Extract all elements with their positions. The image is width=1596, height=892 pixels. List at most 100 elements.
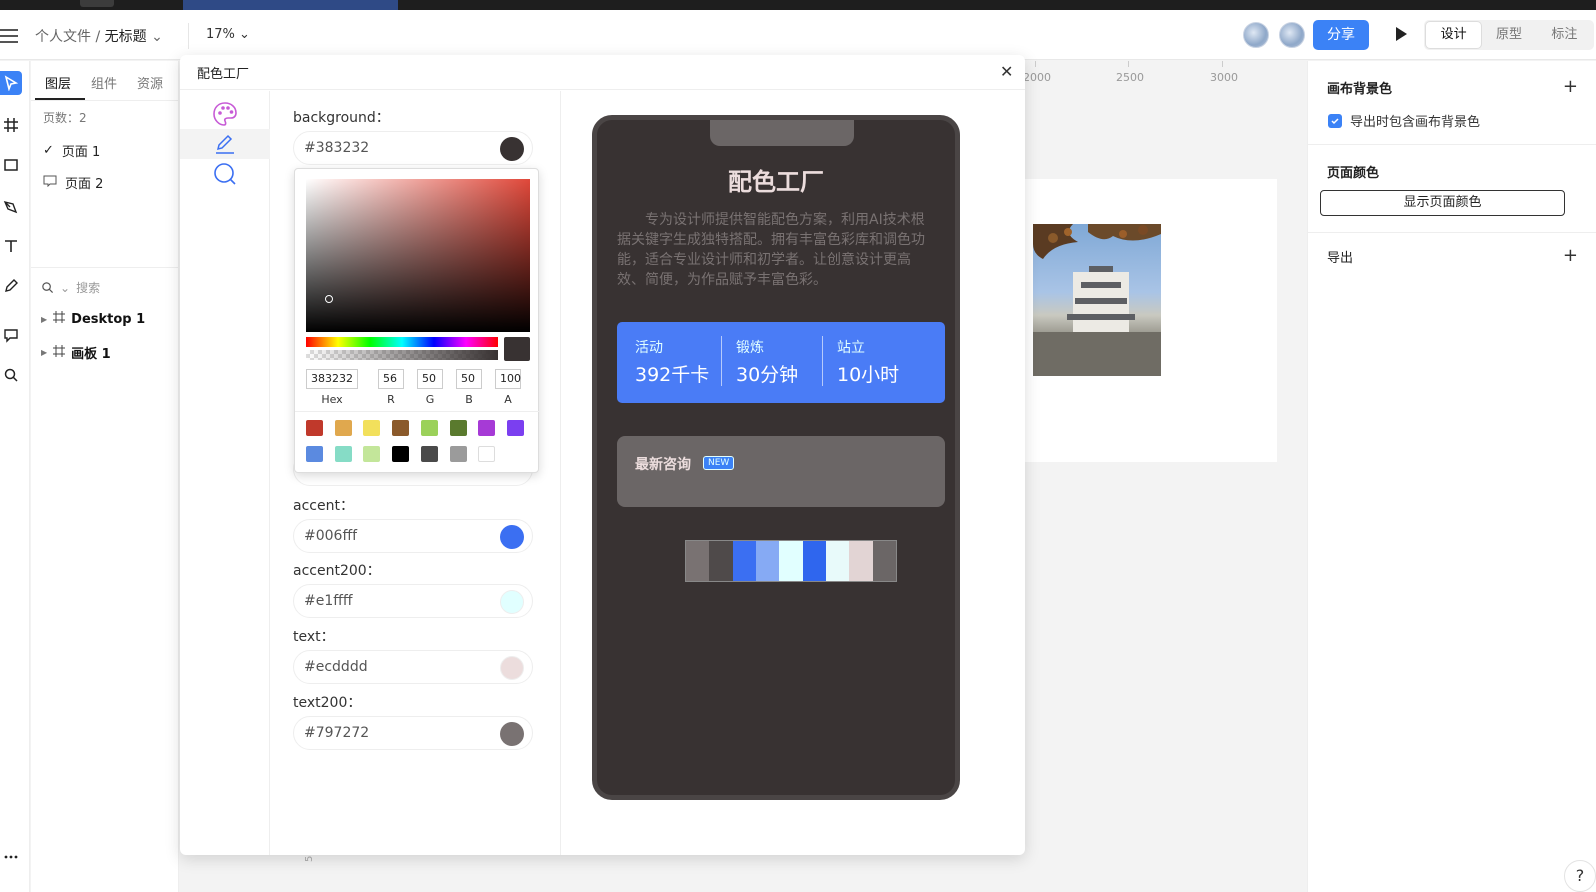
color-swatch[interactable] (420, 446, 438, 462)
background-field[interactable]: #383232 (293, 131, 533, 165)
play-icon[interactable] (1396, 27, 1407, 41)
tab-assets[interactable]: 资源 (137, 73, 163, 92)
zoom-dropdown[interactable]: 17% ⌄ (206, 27, 250, 42)
text200-field[interactable]: #797272 (293, 716, 533, 750)
tree-item-desktop[interactable]: ▶ Desktop 1 (41, 311, 145, 327)
color-swatch[interactable] (449, 446, 467, 462)
artboard-frame[interactable] (1005, 179, 1277, 462)
checkbox-checked-icon[interactable] (1328, 113, 1342, 128)
a-label: A (504, 393, 512, 406)
tab-components[interactable]: 组件 (91, 73, 117, 92)
color-swatch[interactable] (392, 446, 410, 462)
rectangle-tool-icon[interactable] (0, 153, 22, 177)
tab-prototype[interactable]: 原型 (1481, 22, 1536, 48)
text-tool-icon[interactable] (0, 234, 22, 258)
color-swatch[interactable] (478, 446, 496, 462)
palette-swatch (686, 541, 710, 581)
color-dot[interactable] (500, 137, 524, 161)
color-dot[interactable] (500, 525, 524, 549)
tab-annotate[interactable]: 标注 (1537, 22, 1592, 48)
saturation-value-area[interactable] (306, 179, 530, 332)
close-icon[interactable]: ✕ (1000, 62, 1013, 81)
help-button[interactable]: ? (1564, 860, 1596, 892)
color-swatch[interactable] (334, 420, 352, 436)
share-button[interactable]: 分享 (1313, 20, 1369, 50)
toolbar-divider (188, 23, 189, 49)
hex-label: Hex (321, 393, 343, 406)
color-swatch[interactable] (306, 446, 323, 462)
g-input[interactable]: 50 (417, 369, 443, 389)
breadcrumb-parent[interactable]: 个人文件 (35, 29, 91, 45)
export-bg-checkbox[interactable]: 导出时包含画布背景色 (1328, 111, 1480, 130)
color-swatch[interactable] (363, 420, 381, 436)
page-count: 页数：2 (43, 111, 87, 125)
caret-right-icon[interactable]: ▶ (41, 348, 47, 357)
color-picker: 383232 56 50 50 100 Hex R G B A (294, 168, 540, 473)
tree-item-artboard[interactable]: ▶ 画板 1 (41, 343, 111, 362)
stat-value: 10小时 (837, 364, 900, 386)
color-dot[interactable] (500, 722, 524, 746)
color-swatch[interactable] (506, 420, 524, 436)
color-swatch[interactable] (363, 446, 381, 462)
tab-layers[interactable]: 图层 (45, 73, 71, 92)
accent200-label: accent200： (293, 563, 381, 579)
tab-design[interactable]: 设计 (1426, 22, 1482, 48)
comment-tool-icon[interactable] (0, 323, 22, 347)
canvas[interactable]: 2000 2500 3000 (1005, 61, 1305, 892)
color-swatch[interactable] (334, 446, 352, 462)
home-tab[interactable] (80, 0, 114, 7)
a-input[interactable]: 100 (495, 369, 521, 389)
active-file-tab[interactable] (183, 0, 398, 10)
color-swatch[interactable] (420, 420, 438, 436)
text-field[interactable]: #ecdddd (293, 650, 533, 684)
search-icon[interactable] (180, 159, 270, 189)
hue-slider[interactable] (306, 337, 498, 347)
page-item-2[interactable]: 页面 2 (43, 173, 103, 192)
search-icon (42, 282, 54, 294)
color-swatch[interactable] (478, 420, 496, 436)
r-input[interactable]: 56 (378, 369, 404, 389)
palette-swatch (825, 541, 850, 581)
search-tool-icon[interactable] (0, 363, 22, 387)
stat-divider (822, 336, 823, 386)
chevron-down-icon: ⌄ (60, 280, 71, 295)
color-dot[interactable] (500, 656, 524, 680)
field-value: #006fff (304, 528, 358, 544)
accent-field[interactable]: #006fff (293, 519, 533, 553)
sv-cursor[interactable] (325, 295, 333, 303)
color-factory-dialog: 配色工厂 ✕ background： #383232 #e0ffff accen… (180, 55, 1025, 855)
pencil-tool-icon[interactable] (0, 274, 22, 298)
ruler-label: 3000 (1210, 71, 1238, 84)
field-value: #797272 (304, 725, 370, 741)
accent200-field[interactable]: #e1ffff (293, 584, 533, 618)
hex-input[interactable]: 383232 (306, 369, 358, 389)
layer-search[interactable]: ⌄ 搜索 (41, 279, 100, 296)
color-dot[interactable] (500, 590, 524, 614)
pen-tool-icon[interactable] (0, 195, 22, 219)
more-icon[interactable] (0, 845, 22, 869)
hamburger-menu-icon[interactable] (0, 29, 18, 43)
color-swatch[interactable] (392, 420, 410, 436)
castle-photo[interactable] (1033, 224, 1161, 376)
alpha-slider[interactable] (306, 350, 498, 360)
show-page-color-button[interactable]: 显示页面颜色 (1320, 190, 1565, 216)
move-tool-icon[interactable] (0, 71, 22, 95)
accent-label: accent： (293, 498, 354, 514)
frame-tool-icon[interactable] (0, 113, 22, 137)
palette-strip (685, 540, 897, 582)
avatar[interactable] (1243, 22, 1269, 48)
add-icon[interactable]: + (1563, 78, 1578, 96)
color-swatch[interactable] (306, 420, 323, 436)
page-item-1[interactable]: ✓ 页面 1 (43, 141, 100, 160)
edit-icon[interactable] (180, 129, 270, 159)
palette-icon[interactable] (180, 99, 270, 129)
avatar[interactable] (1279, 22, 1305, 48)
chevron-down-icon[interactable]: ⌄ (151, 29, 163, 45)
panel-divider (1308, 144, 1596, 145)
add-icon[interactable]: + (1563, 247, 1578, 265)
breadcrumb-current-file[interactable]: 无标题 (105, 29, 147, 45)
b-input[interactable]: 50 (456, 369, 482, 389)
caret-right-icon[interactable]: ▶ (41, 315, 47, 324)
color-swatch[interactable] (449, 420, 467, 436)
tree-item-label: 画板 1 (71, 347, 111, 362)
